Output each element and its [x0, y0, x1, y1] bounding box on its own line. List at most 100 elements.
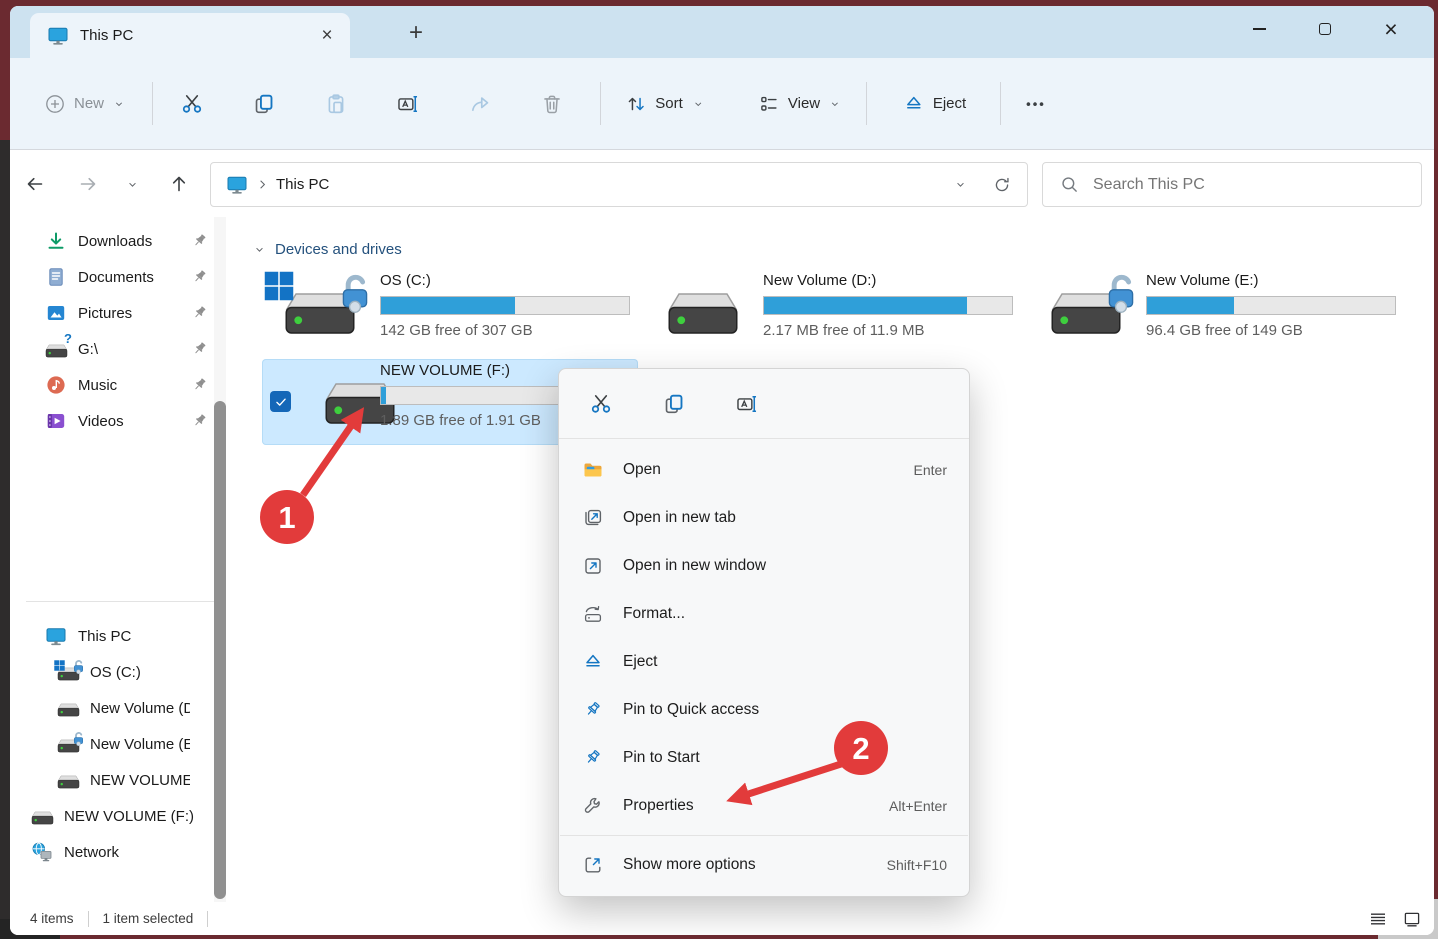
- sidebar-item-downloads[interactable]: Downloads: [10, 223, 242, 259]
- menu-item-pin-to-start[interactable]: Pin to Start: [559, 734, 969, 782]
- new-tab-button[interactable]: +: [400, 17, 432, 49]
- rename-button[interactable]: [397, 93, 419, 115]
- sort-button[interactable]: Sort: [626, 94, 704, 114]
- tab-close-icon[interactable]: ×: [314, 23, 340, 49]
- view-button[interactable]: View: [759, 94, 841, 114]
- selected-count: 1 item selected: [102, 911, 194, 926]
- menu-item-open-in-new-tab[interactable]: Open in new tab: [559, 494, 969, 542]
- chevron-down-icon: [692, 98, 704, 110]
- copy-icon: [253, 93, 275, 115]
- drive-free-space: 2.17 MB free of 11.9 MB: [763, 322, 925, 339]
- back-button[interactable]: [18, 167, 52, 201]
- copy-icon: [663, 393, 685, 415]
- sidebar-item-new-volume-f-child[interactable]: NEW VOLUME (F: [10, 762, 242, 798]
- chevron-down-icon: [113, 98, 125, 110]
- maximize-button[interactable]: [1292, 6, 1358, 52]
- shortcut-label: Enter: [913, 462, 947, 478]
- status-bar: 4 items 1 item selected: [10, 902, 1434, 935]
- sidebar-item-documents[interactable]: Documents: [10, 259, 242, 295]
- recent-locations-button[interactable]: [115, 167, 149, 201]
- drive-tile-new-volume-e[interactable]: New Volume (E:) 96.4 GB free of 149 GB: [1028, 269, 1408, 351]
- paste-button[interactable]: [325, 93, 347, 115]
- drive-tile-os-c[interactable]: OS (C:) 142 GB free of 307 GB: [262, 269, 642, 351]
- monitor-icon: [44, 626, 68, 646]
- details-view-button[interactable]: [1368, 909, 1388, 929]
- context-menu-quick-actions: [559, 369, 969, 439]
- section-header-devices[interactable]: Devices and drives: [253, 241, 402, 258]
- pin-icon: [583, 700, 604, 721]
- menu-item-eject[interactable]: Eject: [559, 638, 969, 686]
- document-icon: [44, 267, 68, 287]
- drive-name: OS (C:): [380, 272, 431, 289]
- sidebar-item-new-volume-f[interactable]: NEW VOLUME (F:): [10, 798, 242, 834]
- minimize-button[interactable]: [1226, 6, 1292, 52]
- pin-icon: [191, 304, 209, 322]
- monitor-icon: [227, 175, 247, 194]
- up-arrow-icon: [169, 174, 189, 194]
- sidebar-scrollbar-thumb[interactable]: [214, 401, 226, 899]
- sidebar-item-network[interactable]: Network: [10, 834, 242, 870]
- capacity-bar: [1146, 296, 1396, 315]
- cut-icon: [181, 93, 203, 115]
- copy-button[interactable]: [657, 387, 691, 421]
- context-menu: Open Enter Open in new tab Open in new w…: [558, 368, 970, 897]
- forward-button[interactable]: [71, 167, 105, 201]
- up-button[interactable]: [162, 167, 196, 201]
- sidebar-item-os-c[interactable]: OS (C:): [10, 654, 242, 690]
- share-button[interactable]: [469, 93, 491, 115]
- drive-tile-new-volume-d[interactable]: New Volume (D:) 2.17 MB free of 11.9 MB: [645, 269, 1025, 351]
- sidebar-item-new-volume-e[interactable]: New Volume (E:): [10, 726, 242, 762]
- breadcrumb[interactable]: This PC: [276, 176, 329, 193]
- sidebar-item-new-volume-d[interactable]: New Volume (D:): [10, 690, 242, 726]
- address-bar[interactable]: This PC: [210, 162, 1028, 207]
- paste-icon: [325, 93, 347, 115]
- drive-name: New Volume (E:): [1146, 272, 1259, 289]
- pin-icon: [583, 748, 604, 769]
- share-icon: [469, 93, 491, 115]
- sidebar-item-music[interactable]: Music: [10, 367, 242, 403]
- delete-button[interactable]: [541, 93, 563, 115]
- refresh-button[interactable]: [985, 168, 1019, 202]
- menu-divider: [560, 835, 968, 836]
- menu-item-open[interactable]: Open Enter: [559, 446, 969, 494]
- pin-icon: [191, 376, 209, 394]
- more-options-button[interactable]: •••: [1026, 96, 1046, 111]
- drive-icon: [30, 806, 54, 826]
- tab-this-pc[interactable]: This PC ×: [30, 13, 350, 58]
- cut-button[interactable]: [584, 387, 618, 421]
- close-button[interactable]: ×: [1358, 6, 1424, 52]
- search-input[interactable]: [1093, 175, 1393, 194]
- menu-item-pin-to-quick-access[interactable]: Pin to Quick access: [559, 686, 969, 734]
- capacity-bar: [380, 296, 630, 315]
- menu-item-open-in-new-window[interactable]: Open in new window: [559, 542, 969, 590]
- navigation-pane: Downloads Documents Pictures ? G:\ Music…: [10, 217, 242, 902]
- refresh-icon: [993, 176, 1011, 194]
- pin-icon: [191, 268, 209, 286]
- menu-item-properties[interactable]: Properties Alt+Enter: [559, 782, 969, 830]
- rename-icon: [736, 393, 758, 415]
- sidebar-item-g-drive[interactable]: ? G:\: [10, 331, 242, 367]
- sidebar-item-this-pc[interactable]: This PC: [10, 618, 242, 654]
- music-icon: [44, 375, 68, 395]
- cut-button[interactable]: [181, 93, 203, 115]
- large-icons-view-button[interactable]: [1402, 909, 1422, 929]
- rename-icon: [397, 93, 419, 115]
- menu-item-format[interactable]: Format...: [559, 590, 969, 638]
- folder-icon: [583, 460, 604, 481]
- menu-item-show-more-options[interactable]: Show more options Shift+F10: [559, 841, 969, 889]
- shortcut-label: Shift+F10: [886, 857, 947, 873]
- eject-button[interactable]: Eject: [904, 94, 966, 114]
- rename-button[interactable]: [730, 387, 764, 421]
- wrench-icon: [583, 796, 604, 817]
- selection-checkbox[interactable]: [270, 391, 291, 412]
- new-button[interactable]: New: [45, 94, 125, 114]
- address-dropdown-button[interactable]: [943, 168, 977, 202]
- copy-button[interactable]: [253, 93, 275, 115]
- sidebar-item-videos[interactable]: Videos: [10, 403, 242, 439]
- sidebar-item-pictures[interactable]: Pictures: [10, 295, 242, 331]
- large-icons-view-icon: [1402, 909, 1422, 929]
- file-explorer-window: This PC × + × New Sort View Eject ••• Th…: [10, 6, 1434, 935]
- chevron-down-icon: [126, 178, 139, 191]
- navigation-row: This PC: [10, 151, 1434, 217]
- cut-icon: [590, 393, 612, 415]
